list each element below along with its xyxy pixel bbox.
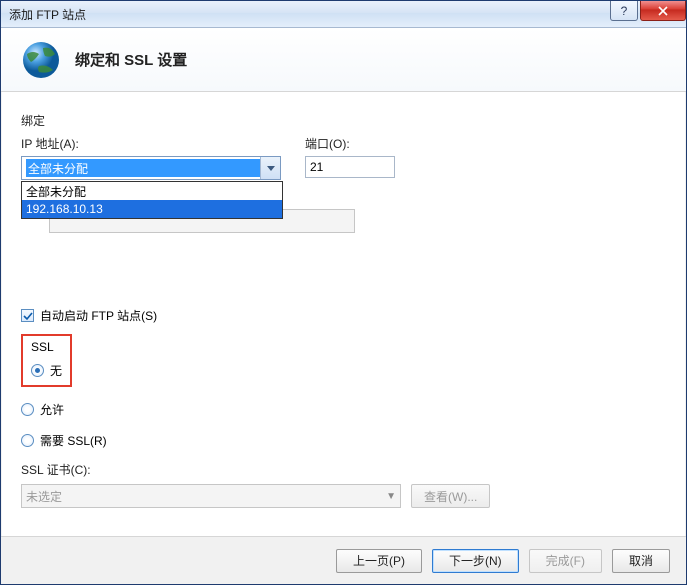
dialog-window: 添加 FTP 站点 ? 绑定和 SSL 设置 绑定 IP 地址(A): 全部未分… [0, 0, 687, 585]
ssl-radio-none[interactable] [31, 364, 44, 377]
wizard-body: 绑定 IP 地址(A): 全部未分配 全部未分配 192.168.10.13 端… [1, 92, 686, 508]
window-title: 添加 FTP 站点 [9, 6, 608, 23]
page-title: 绑定和 SSL 设置 [75, 49, 187, 70]
autostart-row[interactable]: 自动启动 FTP 站点(S) [21, 307, 666, 324]
close-icon [658, 6, 668, 16]
autostart-checkbox[interactable] [21, 309, 34, 322]
port-input[interactable] [305, 156, 395, 178]
ssl-radio-allow-label: 允许 [40, 401, 64, 418]
ssl-radio-allow[interactable] [21, 403, 34, 416]
wizard-footer: 上一页(P) 下一步(N) 完成(F) 取消 [1, 536, 686, 584]
ip-option-1[interactable]: 192.168.10.13 [22, 200, 282, 218]
ssl-radio-none-label: 无 [50, 362, 62, 379]
ip-address-selected: 全部未分配 [26, 159, 260, 177]
next-button[interactable]: 下一步(N) [432, 549, 519, 573]
titlebar-buttons: ? [608, 1, 686, 27]
ssl-group-label: SSL [31, 340, 62, 354]
chevron-down-icon: ▼ [386, 491, 396, 502]
ssl-radio-require-label: 需要 SSL(R) [40, 432, 107, 449]
ip-address-combobox[interactable]: 全部未分配 全部未分配 192.168.10.13 [21, 156, 281, 180]
prev-button[interactable]: 上一页(P) [336, 549, 422, 573]
ssl-highlight-box: SSL 无 [21, 334, 72, 387]
ssl-cert-row: 未选定 ▼ 查看(W)... [21, 484, 666, 508]
ssl-option-allow[interactable]: 允许 [21, 401, 666, 418]
help-button[interactable]: ? [610, 1, 638, 21]
ip-dropdown-button[interactable] [260, 157, 280, 179]
ssl-cert-combobox: 未选定 ▼ [21, 484, 401, 508]
ssl-radio-require[interactable] [21, 434, 34, 447]
ip-column: IP 地址(A): 全部未分配 全部未分配 192.168.10.13 [21, 135, 281, 180]
check-icon [23, 311, 33, 321]
cancel-button[interactable]: 取消 [612, 549, 670, 573]
ssl-cert-value: 未选定 [26, 488, 62, 505]
binding-row: IP 地址(A): 全部未分配 全部未分配 192.168.10.13 端口(O… [21, 135, 666, 180]
ssl-option-none[interactable]: 无 [31, 362, 62, 379]
wizard-header: 绑定和 SSL 设置 [1, 28, 686, 92]
ssl-option-require[interactable]: 需要 SSL(R) [21, 432, 666, 449]
finish-button: 完成(F) [529, 549, 602, 573]
ip-dropdown-list: 全部未分配 192.168.10.13 [21, 181, 283, 219]
globe-icon [21, 40, 61, 80]
view-cert-button: 查看(W)... [411, 484, 490, 508]
ssl-cert-label: SSL 证书(C): [21, 461, 666, 478]
title-bar: 添加 FTP 站点 ? [1, 1, 686, 28]
binding-group-label: 绑定 [21, 112, 666, 129]
autostart-label: 自动启动 FTP 站点(S) [40, 307, 157, 324]
chevron-down-icon [267, 166, 275, 171]
port-label: 端口(O): [305, 135, 395, 152]
port-column: 端口(O): [305, 135, 395, 180]
close-button[interactable] [640, 1, 686, 21]
ip-address-label: IP 地址(A): [21, 135, 281, 152]
ip-option-all-unassigned[interactable]: 全部未分配 [22, 182, 282, 200]
